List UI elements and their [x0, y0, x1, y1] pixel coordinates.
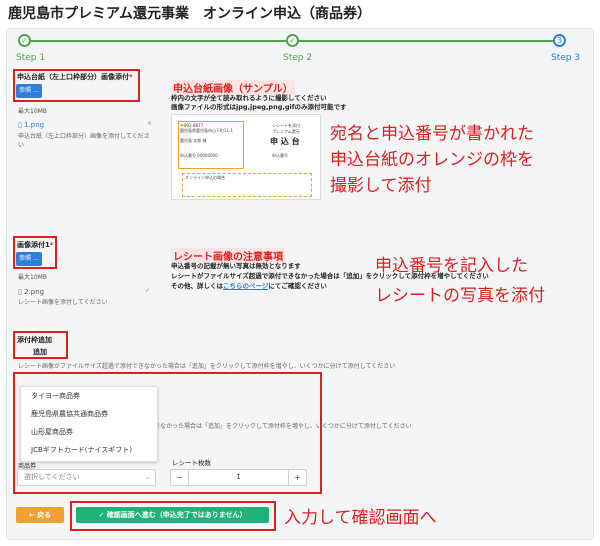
receipt-count-value[interactable]: 1	[189, 470, 288, 485]
ticket-type-select[interactable]: 選択してください ⌄	[17, 469, 156, 486]
chevron-down-icon: ⌄	[144, 474, 150, 481]
arrow-left-icon: ←	[28, 511, 35, 519]
dropdown-option-yamakataya[interactable]: 山形屋商品券	[21, 423, 157, 441]
confirm-button-label: 確認画面へ進む（申込完了ではありません）	[106, 511, 247, 519]
upload1-file-name[interactable]: ▯ 1.png	[18, 121, 44, 129]
annotation-upload2: 申込番号を記入した レシートの写真を添付	[375, 256, 545, 306]
sample-number: 申込番号 00000000	[180, 153, 218, 158]
step-3-label: Step 3	[551, 53, 581, 63]
sample2-line1: 申込番号の記載が無い写真は無効となります	[171, 262, 301, 270]
step-line-2	[298, 40, 553, 42]
check-icon: ✓	[98, 511, 105, 519]
upload1-remove-icon[interactable]: ×	[147, 120, 152, 127]
step-1-label: Step 1	[16, 53, 46, 63]
back-button[interactable]: ← 戻る	[16, 507, 64, 523]
upload1-max-size: 最大10MB	[18, 108, 47, 115]
receipt-count-plus-button[interactable]: +	[288, 470, 306, 485]
ticket-type-placeholder: 選択してください	[24, 473, 80, 481]
sample2-line3: その他、詳しくはこちらのページにてご確認ください	[171, 282, 327, 290]
step-1-check-icon: ✓	[18, 34, 31, 47]
dropdown-option-taiyo[interactable]: タイヨー商品券	[21, 387, 157, 405]
back-button-label: 戻る	[37, 511, 52, 519]
sample1-line2: 画像ファイルの形式はjpg,jpeg,png,gifのみ添付可能です	[171, 103, 347, 111]
add-frame-button[interactable]: 追加	[33, 347, 47, 357]
add-frame-note: レシート画像がファイルサイズ超過で添付できなかった場合は「追加」をクリックして添…	[18, 363, 396, 370]
step-3-marker: 3	[553, 34, 566, 47]
upload2-file-name[interactable]: ▯ 2.png	[18, 288, 44, 296]
annotation-upload1: 宛名と申込番号が書かれた 申込台紙のオレンジの枠を 撮影して添付	[330, 124, 534, 196]
ticket-type-dropdown-menu: タイヨー商品券 鹿児島県農協共通商品券 山形屋商品券 JCBギフトカード(ナイス…	[20, 386, 158, 462]
dropdown-option-jcb[interactable]: JCBギフトカード(ナイスギフト)	[21, 441, 157, 459]
step-2-check-icon: ✓	[286, 34, 299, 47]
upload2-max-size: 最大10MB	[18, 274, 47, 281]
receipt-count-label: レシート枚数	[172, 459, 211, 467]
sample-address: 鹿児島県鹿児島市山下町11-1	[180, 128, 234, 133]
upload1-label: 申込台紙（左上口枠部分）画像添付*	[17, 73, 133, 81]
upload2-note: レシート画像を添付してください	[18, 299, 108, 306]
sample1-title: 申込台紙画像（サンプル）	[171, 80, 295, 95]
confirm-button[interactable]: ✓ 確認画面へ進む（申込完了ではありません）	[76, 507, 269, 523]
sample-number-box: 申込番号	[272, 153, 288, 158]
page-title: 鹿児島市プレミアム還元事業 オンライン申込（商品券）	[8, 6, 372, 22]
receipt-count-stepper: − 1 +	[170, 469, 307, 486]
receipt-count-minus-button[interactable]: −	[171, 470, 189, 485]
add-frame-note-2: きなかった場合は「追加」をクリックして添付枠を増やし、いくつかに分けて添付してく…	[154, 423, 412, 430]
sample1-line1: 枠内の文字が全て読み取れるように撮影してください	[171, 94, 327, 102]
annotation-confirm: 入力して確認画面へ	[284, 508, 437, 528]
sample-heading: 申 込 台	[270, 137, 300, 146]
upload2-check-icon: ✓	[145, 287, 151, 294]
add-frame-label: 添付枠追加	[17, 336, 52, 344]
sample2-title: レシート画像の注意事項	[171, 248, 285, 263]
sample-premium: プレミアム還元	[272, 129, 300, 134]
upload2-browse-button[interactable]: 参照 ...	[16, 252, 42, 266]
sample-online-note: オンライン申込の場合	[185, 175, 225, 180]
step-line-1	[30, 40, 286, 42]
upload1-browse-button[interactable]: 参照 ...	[16, 84, 42, 98]
sample-name: 鹿児島 太郎 様	[180, 138, 207, 143]
dropdown-option-nokyo[interactable]: 鹿児島県農協共通商品券	[21, 405, 157, 423]
sample1-image: 〒892-8677 鹿児島県鹿児島市山下町11-1 鹿児島 太郎 様 申込番号 …	[171, 114, 321, 200]
details-link[interactable]: こちらのページ	[223, 282, 268, 290]
upload2-label: 画像添付1*	[17, 241, 54, 249]
upload1-note: 申込台紙（左上口枠部分）画像を添付してください	[18, 133, 150, 149]
step-2-label: Step 2	[283, 53, 313, 63]
